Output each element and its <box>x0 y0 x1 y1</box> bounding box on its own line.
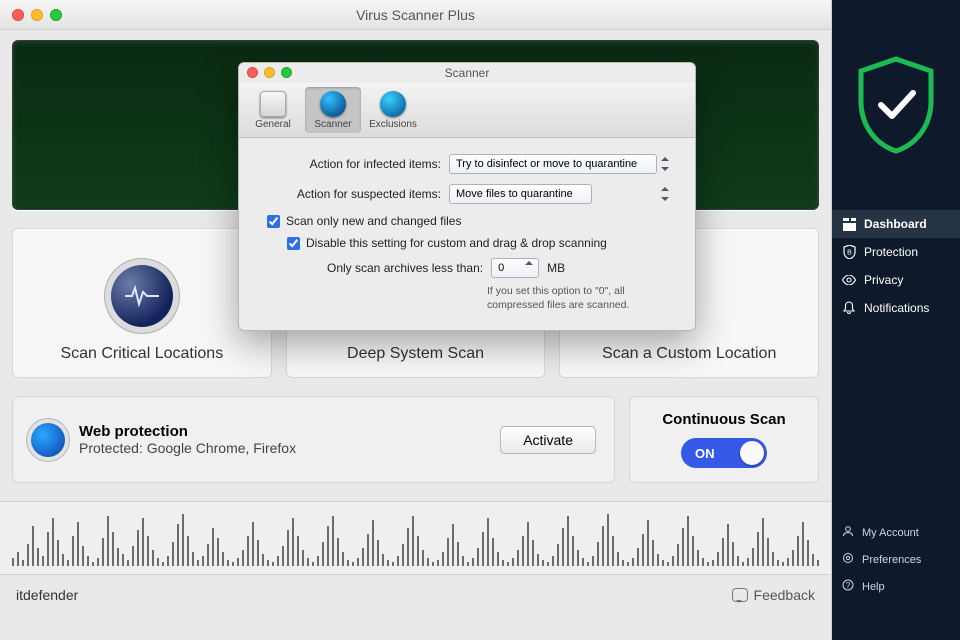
sidebar-item-help[interactable]: ? Help <box>832 573 960 600</box>
card-label: Scan Critical Locations <box>60 345 223 363</box>
tab-label: Exclusions <box>369 119 417 130</box>
pulse-icon <box>111 265 173 327</box>
eye-icon <box>842 273 856 287</box>
tab-scanner[interactable]: Scanner <box>305 87 361 133</box>
card-label: Deep System Scan <box>347 345 484 363</box>
modal-title: Scanner <box>445 66 490 80</box>
continuous-scan-panel: Continuous Scan ON <box>629 396 819 483</box>
sidebar-item-protection[interactable]: B Protection <box>832 238 960 266</box>
infected-action-select[interactable]: Try to disinfect or move to quarantine <box>449 154 657 174</box>
infected-action-label: Action for infected items: <box>259 157 449 171</box>
brand-text: itdefender <box>16 587 78 603</box>
sidebar-item-account[interactable]: My Account <box>832 519 960 546</box>
speech-bubble-icon <box>732 588 748 602</box>
checkbox-label: Disable this setting for custom and drag… <box>306 236 607 250</box>
sidebar-item-preferences[interactable]: Preferences <box>832 546 960 573</box>
switch-icon <box>260 91 286 117</box>
shield-check-icon <box>853 55 939 155</box>
modal-body: Action for infected items: Try to disinf… <box>239 138 695 330</box>
toggle-label: ON <box>695 446 715 461</box>
sidebar-item-label: Privacy <box>864 273 903 287</box>
sidebar-nav: Dashboard B Protection Privacy Notificat… <box>832 210 960 322</box>
zoom-icon[interactable] <box>281 67 292 78</box>
continuous-scan-toggle[interactable]: ON <box>681 438 767 468</box>
footer-bar: itdefender Feedback <box>0 575 831 615</box>
modal-window-controls <box>247 67 292 78</box>
web-protection-icon <box>31 423 65 457</box>
scan-new-changed-checkbox[interactable]: Scan only new and changed files <box>267 214 675 228</box>
card-label: Scan a Custom Location <box>602 345 776 363</box>
tab-label: General <box>255 119 291 130</box>
sidebar-item-privacy[interactable]: Privacy <box>832 266 960 294</box>
archives-label: Only scan archives less than: <box>327 261 483 275</box>
modal-toolbar: General Scanner Exclusions <box>239 83 695 138</box>
activate-button[interactable]: Activate <box>500 426 596 454</box>
tab-label: Scanner <box>314 119 351 130</box>
sidebar-item-label: Notifications <box>864 301 929 315</box>
checkbox-label: Scan only new and changed files <box>286 214 461 228</box>
svg-text:B: B <box>847 250 852 257</box>
lower-row: Web protection Protected: Google Chrome,… <box>12 396 819 483</box>
archives-unit: MB <box>547 261 565 275</box>
gear-icon <box>842 552 854 567</box>
modal-titlebar: Scanner <box>239 63 695 83</box>
archives-size-input[interactable] <box>491 258 539 278</box>
sidebar-item-label: Preferences <box>862 554 921 566</box>
funnel-icon <box>380 91 406 117</box>
checkbox-input[interactable] <box>287 237 300 250</box>
bell-icon <box>842 301 856 315</box>
sidebar-item-label: Dashboard <box>864 217 927 231</box>
sidebar-bottom: My Account Preferences ? Help <box>832 519 960 640</box>
toggle-knob-icon <box>740 441 764 465</box>
status-shield <box>832 0 960 210</box>
feedback-label: Feedback <box>754 587 815 603</box>
dashboard-icon <box>842 217 856 231</box>
window-title: Virus Scanner Plus <box>0 7 831 23</box>
sidebar-item-label: Help <box>862 581 885 593</box>
scanner-preferences-window: Scanner General Scanner Exclusions Actio… <box>238 62 696 331</box>
lens-icon <box>320 91 346 117</box>
suspected-action-select[interactable]: Move files to quarantine <box>449 184 592 204</box>
web-protection-panel: Web protection Protected: Google Chrome,… <box>12 396 615 483</box>
scan-critical-card[interactable]: Scan Critical Locations <box>12 228 272 378</box>
disable-custom-checkbox[interactable]: Disable this setting for custom and drag… <box>287 236 675 250</box>
help-icon: ? <box>842 579 854 594</box>
sidebar-item-label: Protection <box>864 245 918 259</box>
user-icon <box>842 525 854 540</box>
archives-hint: If you set this option to "0", all compr… <box>487 284 675 312</box>
web-protection-heading: Web protection <box>79 423 296 440</box>
right-sidebar: Dashboard B Protection Privacy Notificat… <box>832 0 960 640</box>
sidebar-item-dashboard[interactable]: Dashboard <box>832 210 960 238</box>
activity-waveform <box>0 501 831 575</box>
sidebar-item-notifications[interactable]: Notifications <box>832 294 960 322</box>
svg-text:?: ? <box>846 581 851 590</box>
continuous-scan-heading: Continuous Scan <box>644 411 804 428</box>
suspected-action-label: Action for suspected items: <box>259 187 449 201</box>
shield-b-icon: B <box>842 245 856 259</box>
sidebar-item-label: My Account <box>862 527 919 539</box>
tab-general[interactable]: General <box>245 87 301 133</box>
titlebar: Virus Scanner Plus <box>0 0 831 30</box>
tab-exclusions[interactable]: Exclusions <box>365 87 421 133</box>
minimize-icon[interactable] <box>264 67 275 78</box>
feedback-button[interactable]: Feedback <box>732 587 815 603</box>
close-icon[interactable] <box>247 67 258 78</box>
web-protection-status: Protected: Google Chrome, Firefox <box>79 440 296 456</box>
checkbox-input[interactable] <box>267 215 280 228</box>
